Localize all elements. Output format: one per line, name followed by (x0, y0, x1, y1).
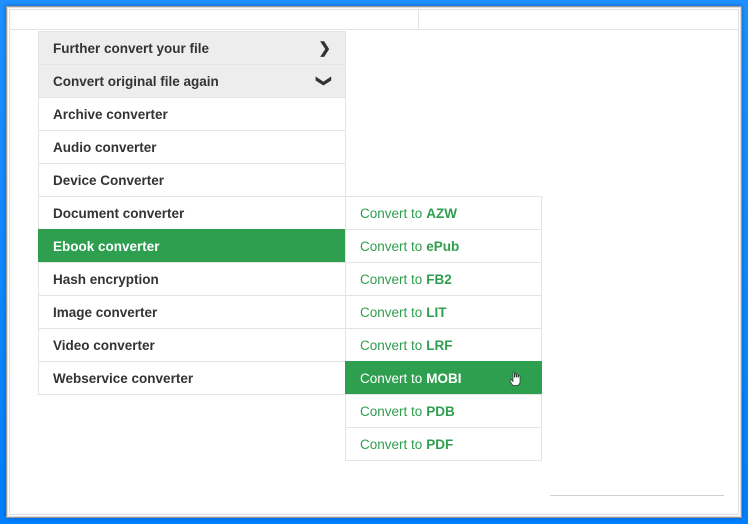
format-mobi[interactable]: Convert to MOBI (345, 361, 542, 395)
category-label: Audio converter (53, 140, 157, 155)
category-video[interactable]: Video converter (38, 328, 346, 362)
category-webservice[interactable]: Webservice converter (38, 361, 346, 395)
app-window: Further convert your file ❯ Convert orig… (6, 6, 742, 518)
format-name: PDF (426, 437, 453, 452)
format-prefix: Convert to (360, 338, 422, 353)
content-area: Further convert your file ❯ Convert orig… (9, 9, 739, 515)
divider (550, 495, 724, 496)
category-audio[interactable]: Audio converter (38, 130, 346, 164)
category-label: Ebook converter (53, 239, 160, 254)
category-archive[interactable]: Archive converter (38, 97, 346, 131)
format-pdf[interactable]: Convert to PDF (345, 427, 542, 461)
format-name: FB2 (426, 272, 452, 287)
format-prefix: Convert to (360, 437, 422, 452)
category-label: Archive converter (53, 107, 168, 122)
category-hash[interactable]: Hash encryption (38, 262, 346, 296)
format-name: LIT (426, 305, 446, 320)
category-column: Further convert your file ❯ Convert orig… (38, 32, 346, 395)
format-prefix: Convert to (360, 239, 422, 254)
category-label: Device Converter (53, 173, 164, 188)
category-label: Image converter (53, 305, 157, 320)
format-name: ePub (426, 239, 459, 254)
format-lrf[interactable]: Convert to LRF (345, 328, 542, 362)
format-name: MOBI (426, 371, 461, 386)
chevron-right-icon: ❯ (318, 39, 331, 57)
hand-cursor-icon (509, 371, 523, 390)
format-prefix: Convert to (360, 206, 422, 221)
header-convert-again[interactable]: Convert original file again ❯ (38, 64, 346, 98)
header-label: Further convert your file (53, 41, 209, 56)
format-fb2[interactable]: Convert to FB2 (345, 262, 542, 296)
format-name: PDB (426, 404, 455, 419)
category-label: Video converter (53, 338, 155, 353)
format-epub[interactable]: Convert to ePub (345, 229, 542, 263)
format-prefix: Convert to (360, 272, 422, 287)
format-azw[interactable]: Convert to AZW (345, 196, 542, 230)
category-device[interactable]: Device Converter (38, 163, 346, 197)
converter-menu: Further convert your file ❯ Convert orig… (38, 32, 542, 461)
top-divider (10, 10, 738, 30)
category-label: Webservice converter (53, 371, 193, 386)
format-prefix: Convert to (360, 404, 422, 419)
format-name: AZW (426, 206, 457, 221)
category-ebook[interactable]: Ebook converter (38, 229, 346, 263)
format-prefix: Convert to (360, 305, 422, 320)
category-document[interactable]: Document converter (38, 196, 346, 230)
header-label: Convert original file again (53, 74, 219, 89)
chevron-down-icon: ❯ (316, 75, 334, 88)
format-prefix: Convert to (360, 371, 422, 386)
format-name: LRF (426, 338, 452, 353)
format-column: Convert to AZW Convert to ePub Convert t… (346, 197, 542, 461)
category-label: Document converter (53, 206, 184, 221)
format-pdb[interactable]: Convert to PDB (345, 394, 542, 428)
category-label: Hash encryption (53, 272, 159, 287)
format-lit[interactable]: Convert to LIT (345, 295, 542, 329)
header-further-convert[interactable]: Further convert your file ❯ (38, 31, 346, 65)
category-image[interactable]: Image converter (38, 295, 346, 329)
